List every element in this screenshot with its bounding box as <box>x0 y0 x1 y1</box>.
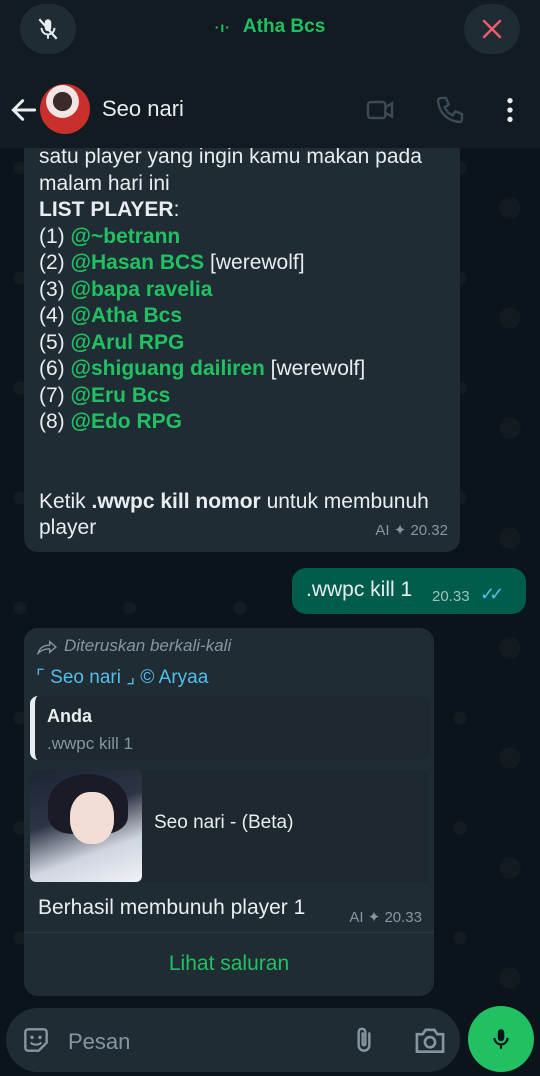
player-item: (1) @~betrann <box>39 224 181 248</box>
command-instruction: Ketik .wwpc kill nomor untuk membunuh <box>39 489 429 513</box>
player-item: (6) @shiguang dailiren [werewolf] <box>39 357 366 380</box>
chat-header: Seo nari <box>0 72 540 148</box>
more-options-icon[interactable] <box>494 94 526 126</box>
message-input[interactable]: Pesan <box>68 1029 130 1055</box>
mention-link[interactable]: @shiguang dailiren <box>71 357 265 380</box>
mention-link[interactable]: @Arul RPG <box>71 331 185 354</box>
quoted-message[interactable]: Anda .wwpc kill 1 <box>30 696 431 760</box>
message-composer[interactable]: Pesan <box>6 1008 460 1072</box>
video-call-icon[interactable] <box>364 94 396 126</box>
chat-name[interactable]: Seo nari <box>102 96 184 122</box>
outgoing-message[interactable]: .wwpc kill 1 20.33 ✓✓ <box>292 568 526 614</box>
call-name: Atha Bcs <box>242 16 326 37</box>
quote-text: .wwpc kill 1 <box>47 734 133 753</box>
call-title[interactable]: ·ı· Atha Bcs <box>0 16 540 38</box>
voice-record-button[interactable] <box>468 1006 534 1072</box>
mention-link[interactable]: @bapa ravelia <box>71 278 213 301</box>
forwarded-label: Diteruskan berkali-kali <box>36 636 231 656</box>
call-bar: ·ı· Atha Bcs <box>0 0 540 72</box>
player-item: (8) @Edo RPG <box>39 410 182 433</box>
audio-wave-icon: ·ı· <box>214 19 231 35</box>
avatar[interactable] <box>40 84 90 134</box>
read-receipt-icon: ✓✓ <box>480 584 504 604</box>
phone-icon[interactable] <box>434 94 466 126</box>
mention-link[interactable]: @Hasan BCS <box>71 251 205 274</box>
player-item: (7) @Eru Bcs <box>39 383 171 407</box>
microphone-icon <box>493 1029 509 1049</box>
close-icon <box>482 19 502 39</box>
link-preview[interactable]: Seo nari - (Beta) <box>142 770 428 882</box>
forward-icon <box>36 639 57 656</box>
camera-icon[interactable] <box>412 1024 448 1056</box>
mention-link[interactable]: @~betrann <box>71 225 181 248</box>
message-text: .wwpc kill 1 <box>306 578 413 601</box>
mention-link[interactable]: @Eru Bcs <box>71 384 171 407</box>
message-time: 20.33 <box>432 588 470 605</box>
forwarded-message[interactable]: Diteruskan berkali-kali ⌜ Seo nari ⌟ © A… <box>24 628 434 996</box>
player-list-header: LIST PLAYER: <box>39 198 180 221</box>
mention-link[interactable]: @Edo RPG <box>71 410 182 433</box>
back-arrow-icon[interactable] <box>8 94 40 126</box>
message-meta: AI ✦ 20.32 <box>375 521 448 539</box>
attach-icon[interactable] <box>348 1024 380 1056</box>
player-item: (3) @bapa ravelia <box>39 277 213 301</box>
player-item: (4) @Atha Bcs <box>39 304 183 327</box>
message-meta: AI ✦ 20.33 <box>349 909 422 926</box>
view-channel-button[interactable]: Lihat saluran <box>24 952 434 976</box>
sticker-icon[interactable] <box>20 1024 52 1056</box>
quote-author: Anda <box>47 706 92 726</box>
channel-name[interactable]: ⌜ Seo nari ⌟ © Aryaa <box>36 666 208 689</box>
message-text: Berhasil membunuh player 1 <box>38 896 306 919</box>
end-call-button[interactable] <box>464 4 520 54</box>
player-item: (2) @Hasan BCS [werewolf] <box>39 251 305 274</box>
player-item: (5) @Arul RPG <box>39 330 185 354</box>
chat-area[interactable]: satu player yang ingin kamu makan pada m… <box>0 148 540 1002</box>
divider <box>24 932 434 933</box>
message-text-line: malam hari ini <box>39 171 170 195</box>
preview-thumbnail[interactable] <box>30 770 142 882</box>
message-text-line: satu player yang ingin kamu makan pada <box>39 148 422 168</box>
incoming-message[interactable]: satu player yang ingin kamu makan pada m… <box>24 148 460 552</box>
mention-link[interactable]: @Atha Bcs <box>71 304 183 327</box>
preview-title: Seo nari - (Beta) <box>154 812 294 833</box>
